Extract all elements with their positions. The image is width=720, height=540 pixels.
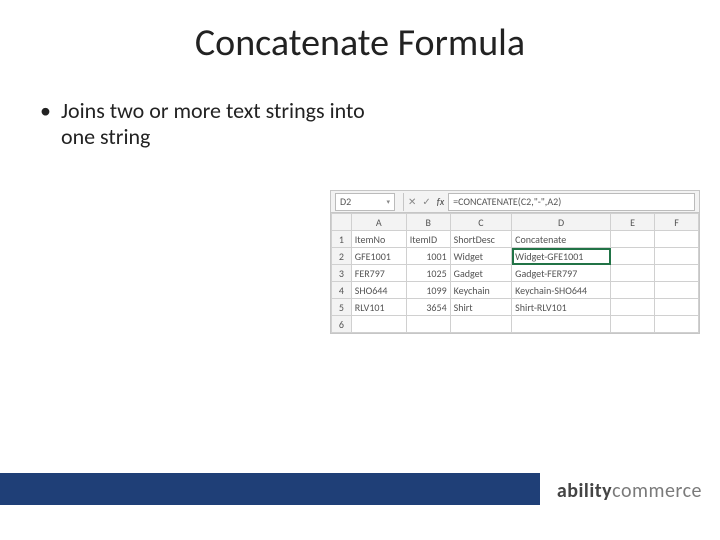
cell[interactable] bbox=[611, 231, 655, 248]
col-header[interactable]: C bbox=[450, 214, 512, 231]
cell[interactable] bbox=[611, 265, 655, 282]
col-header[interactable]: A bbox=[351, 214, 406, 231]
cell[interactable] bbox=[655, 299, 699, 316]
name-box-value: D2 bbox=[340, 195, 351, 208]
cell[interactable]: Gadget bbox=[450, 265, 512, 282]
cell[interactable]: Keychain-SHO644 bbox=[512, 282, 611, 299]
cell[interactable] bbox=[611, 248, 655, 265]
cell[interactable]: SHO644 bbox=[351, 282, 406, 299]
col-header[interactable]: F bbox=[655, 214, 699, 231]
cell[interactable]: 3654 bbox=[406, 299, 450, 316]
cancel-icon[interactable]: ✕ bbox=[408, 195, 416, 208]
chevron-down-icon: ▾ bbox=[386, 197, 390, 206]
logo-strong: ability bbox=[557, 479, 612, 503]
row-header[interactable]: 4 bbox=[332, 282, 352, 299]
row-header[interactable]: 6 bbox=[332, 316, 352, 333]
row-header[interactable]: 2 bbox=[332, 248, 352, 265]
cell[interactable] bbox=[655, 265, 699, 282]
cell[interactable] bbox=[655, 231, 699, 248]
cell[interactable]: RLV101 bbox=[351, 299, 406, 316]
cell[interactable]: ShortDesc bbox=[450, 231, 512, 248]
row-header[interactable]: 1 bbox=[332, 231, 352, 248]
grid: A B C D E F 1ItemNoItemIDShortDescConcat… bbox=[331, 213, 699, 333]
col-header[interactable]: B bbox=[406, 214, 450, 231]
cell[interactable] bbox=[655, 248, 699, 265]
logo-light: commerce bbox=[612, 479, 702, 503]
cell[interactable] bbox=[512, 316, 611, 333]
formula-bar: D2 ▾ ✕ ✓ fx =CONCATENATE(C2,"-",A2) bbox=[331, 191, 699, 213]
cell[interactable] bbox=[351, 316, 406, 333]
enter-icon[interactable]: ✓ bbox=[422, 195, 430, 208]
formula-icons: ✕ ✓ fx bbox=[408, 195, 444, 208]
bullet-text: Joins two or more text strings into one … bbox=[61, 98, 370, 151]
cell[interactable] bbox=[655, 316, 699, 333]
cell[interactable]: ItemID bbox=[406, 231, 450, 248]
cell[interactable]: ItemNo bbox=[351, 231, 406, 248]
excel-screenshot: D2 ▾ ✕ ✓ fx =CONCATENATE(C2,"-",A2) A bbox=[330, 190, 700, 334]
cell[interactable] bbox=[450, 316, 512, 333]
formula-text: =CONCATENATE(C2,"-",A2) bbox=[453, 195, 561, 208]
cell[interactable]: 1001 bbox=[406, 248, 450, 265]
footer-bar bbox=[0, 473, 540, 505]
col-header[interactable]: D bbox=[512, 214, 611, 231]
cell[interactable]: GFE1001 bbox=[351, 248, 406, 265]
name-box[interactable]: D2 ▾ bbox=[335, 193, 395, 211]
cell[interactable]: 1025 bbox=[406, 265, 450, 282]
formula-input[interactable]: =CONCATENATE(C2,"-",A2) bbox=[448, 193, 695, 211]
row-header[interactable]: 5 bbox=[332, 299, 352, 316]
cell[interactable]: 1099 bbox=[406, 282, 450, 299]
cell[interactable]: Gadget-FER797 bbox=[512, 265, 611, 282]
slide-title: Concatenate Formula bbox=[0, 20, 720, 66]
cell[interactable] bbox=[655, 282, 699, 299]
fx-icon[interactable]: fx bbox=[437, 195, 444, 208]
cell[interactable]: Shirt-RLV101 bbox=[512, 299, 611, 316]
cell[interactable] bbox=[406, 316, 450, 333]
corner-cell[interactable] bbox=[332, 214, 352, 231]
cell[interactable] bbox=[611, 316, 655, 333]
cell[interactable]: FER797 bbox=[351, 265, 406, 282]
bullet-list: • Joins two or more text strings into on… bbox=[40, 98, 370, 151]
logo: abilitycommerce bbox=[557, 477, 702, 505]
cell[interactable] bbox=[611, 299, 655, 316]
cell[interactable]: Shirt bbox=[450, 299, 512, 316]
cell[interactable]: Widget-GFE1001 bbox=[512, 248, 611, 265]
cell[interactable] bbox=[611, 282, 655, 299]
bullet-dot: • bbox=[40, 98, 51, 151]
cell[interactable]: Widget bbox=[450, 248, 512, 265]
col-header[interactable]: E bbox=[611, 214, 655, 231]
row-header[interactable]: 3 bbox=[332, 265, 352, 282]
separator bbox=[403, 193, 404, 211]
cell[interactable]: Keychain bbox=[450, 282, 512, 299]
cell[interactable]: Concatenate bbox=[512, 231, 611, 248]
